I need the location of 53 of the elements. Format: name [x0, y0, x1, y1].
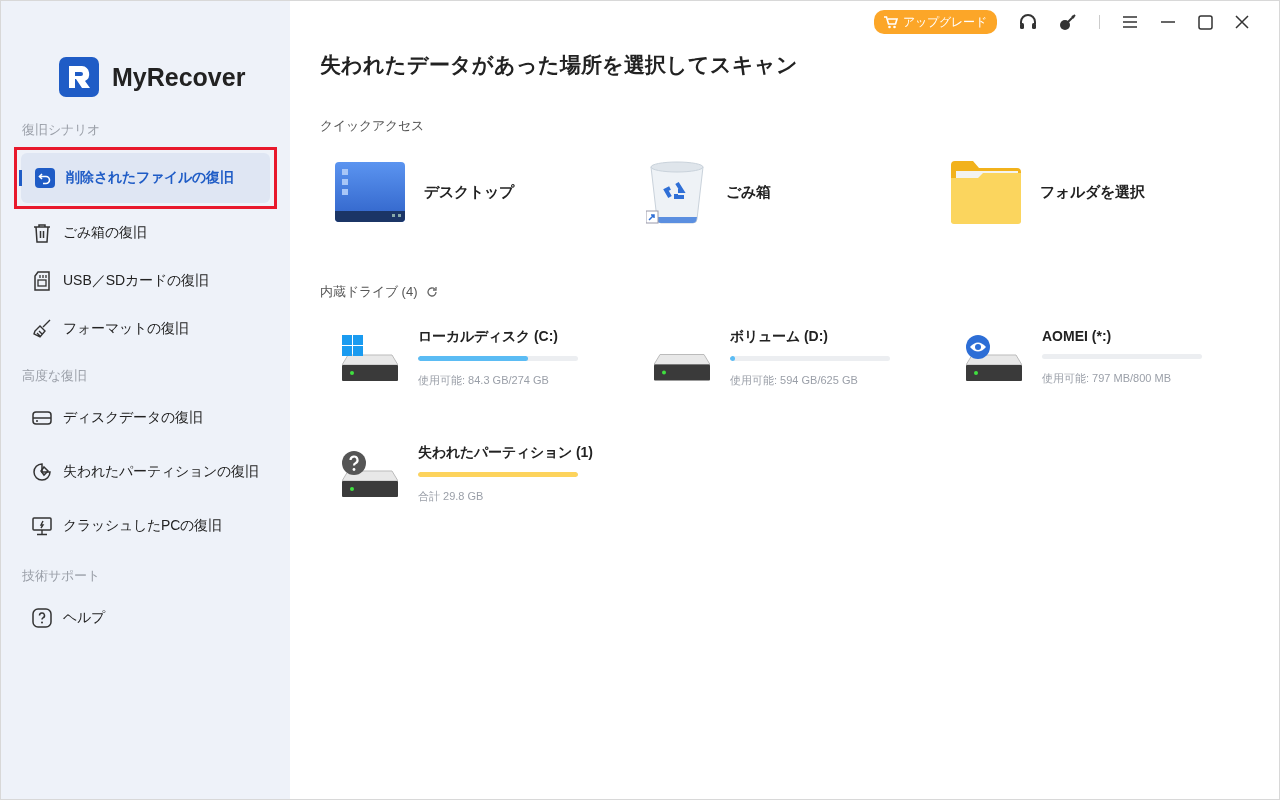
sidebar-item[interactable]: ヘルプ: [18, 591, 273, 645]
sidebar-item[interactable]: USB／SDカードの復旧: [18, 257, 273, 305]
app-name: MyRecover: [112, 62, 246, 92]
section-label: クイックアクセス: [320, 117, 425, 135]
help-icon: [32, 608, 52, 628]
drive-name: ローカルディスク (C:): [418, 328, 558, 346]
section-label: 内蔵ドライブ (4): [320, 283, 418, 301]
drive-capacity: 使用可能: 594 GB/625 GB: [730, 373, 859, 388]
drive-item[interactable]: AOMEI (*:) 使用可能: 797 MB/800 MB: [944, 321, 1249, 403]
drive-item[interactable]: ローカルディスク (C:) 使用可能: 84.3 GB/274 GB: [320, 321, 632, 403]
drive-name: AOMEI (*:): [1042, 328, 1112, 344]
sidebar-item[interactable]: 削除されたファイルの復旧: [21, 153, 270, 203]
drive-capacity: 合計 29.8 GB: [418, 489, 485, 504]
pie-chart-icon: [32, 462, 52, 482]
drive-item[interactable]: 失われたパーティション (1) 合計 29.8 GB: [320, 437, 632, 519]
drive-icon: [32, 408, 52, 428]
maximize-icon[interactable]: [1198, 14, 1213, 30]
sidebar-item[interactable]: ごみ箱の復旧: [18, 209, 273, 257]
key-icon[interactable]: [1059, 13, 1077, 31]
undo-icon: [35, 168, 55, 188]
quick-access-item[interactable]: デスクトップ: [320, 157, 632, 227]
broom-icon: [32, 319, 52, 339]
hard-drive-with-badge-icon: [342, 335, 398, 381]
desktop-icon: [334, 161, 406, 223]
section-label: 高度な復旧: [21, 367, 88, 385]
hard-drive-with-badge-icon: [342, 451, 398, 497]
app-logo-icon: [59, 57, 99, 97]
menu-icon[interactable]: [1122, 15, 1138, 29]
page-heading: 失われたデータがあった場所を選択してスキャン: [320, 52, 799, 79]
hard-drive-with-badge-icon: [966, 335, 1022, 381]
quick-access-item[interactable]: フォルダを選択: [936, 157, 1249, 227]
section-label: 技術サポート: [21, 567, 101, 585]
monitor-icon: [32, 516, 52, 536]
close-icon[interactable]: [1235, 15, 1249, 29]
drive-item[interactable]: ボリューム (D:) 使用可能: 594 GB/625 GB: [632, 321, 944, 403]
drive-name: ボリューム (D:): [730, 328, 828, 346]
sidebar-item[interactable]: 失われたパーティションの復旧: [18, 445, 273, 499]
sd-card-icon: [32, 271, 52, 291]
refresh-icon[interactable]: [425, 286, 438, 298]
cart-icon: [884, 15, 898, 29]
hard-drive-icon: [654, 354, 710, 381]
quick-access-item[interactable]: ごみ箱: [632, 157, 936, 227]
trash-icon: [32, 223, 52, 243]
sidebar-item[interactable]: フォーマットの復旧: [18, 305, 273, 353]
sidebar-item[interactable]: ディスクデータの復旧: [18, 391, 273, 445]
drive-name: 失われたパーティション (1): [418, 444, 593, 462]
headset-icon[interactable]: [1019, 13, 1037, 31]
drive-capacity: 使用可能: 84.3 GB/274 GB: [418, 373, 550, 388]
drive-capacity: 使用可能: 797 MB/800 MB: [1042, 371, 1172, 386]
section-label: 復旧シナリオ: [21, 121, 101, 139]
minimize-icon[interactable]: [1160, 21, 1176, 23]
sidebar-item[interactable]: クラッシュしたPCの復旧: [18, 499, 273, 553]
folder-icon: [950, 160, 1022, 224]
